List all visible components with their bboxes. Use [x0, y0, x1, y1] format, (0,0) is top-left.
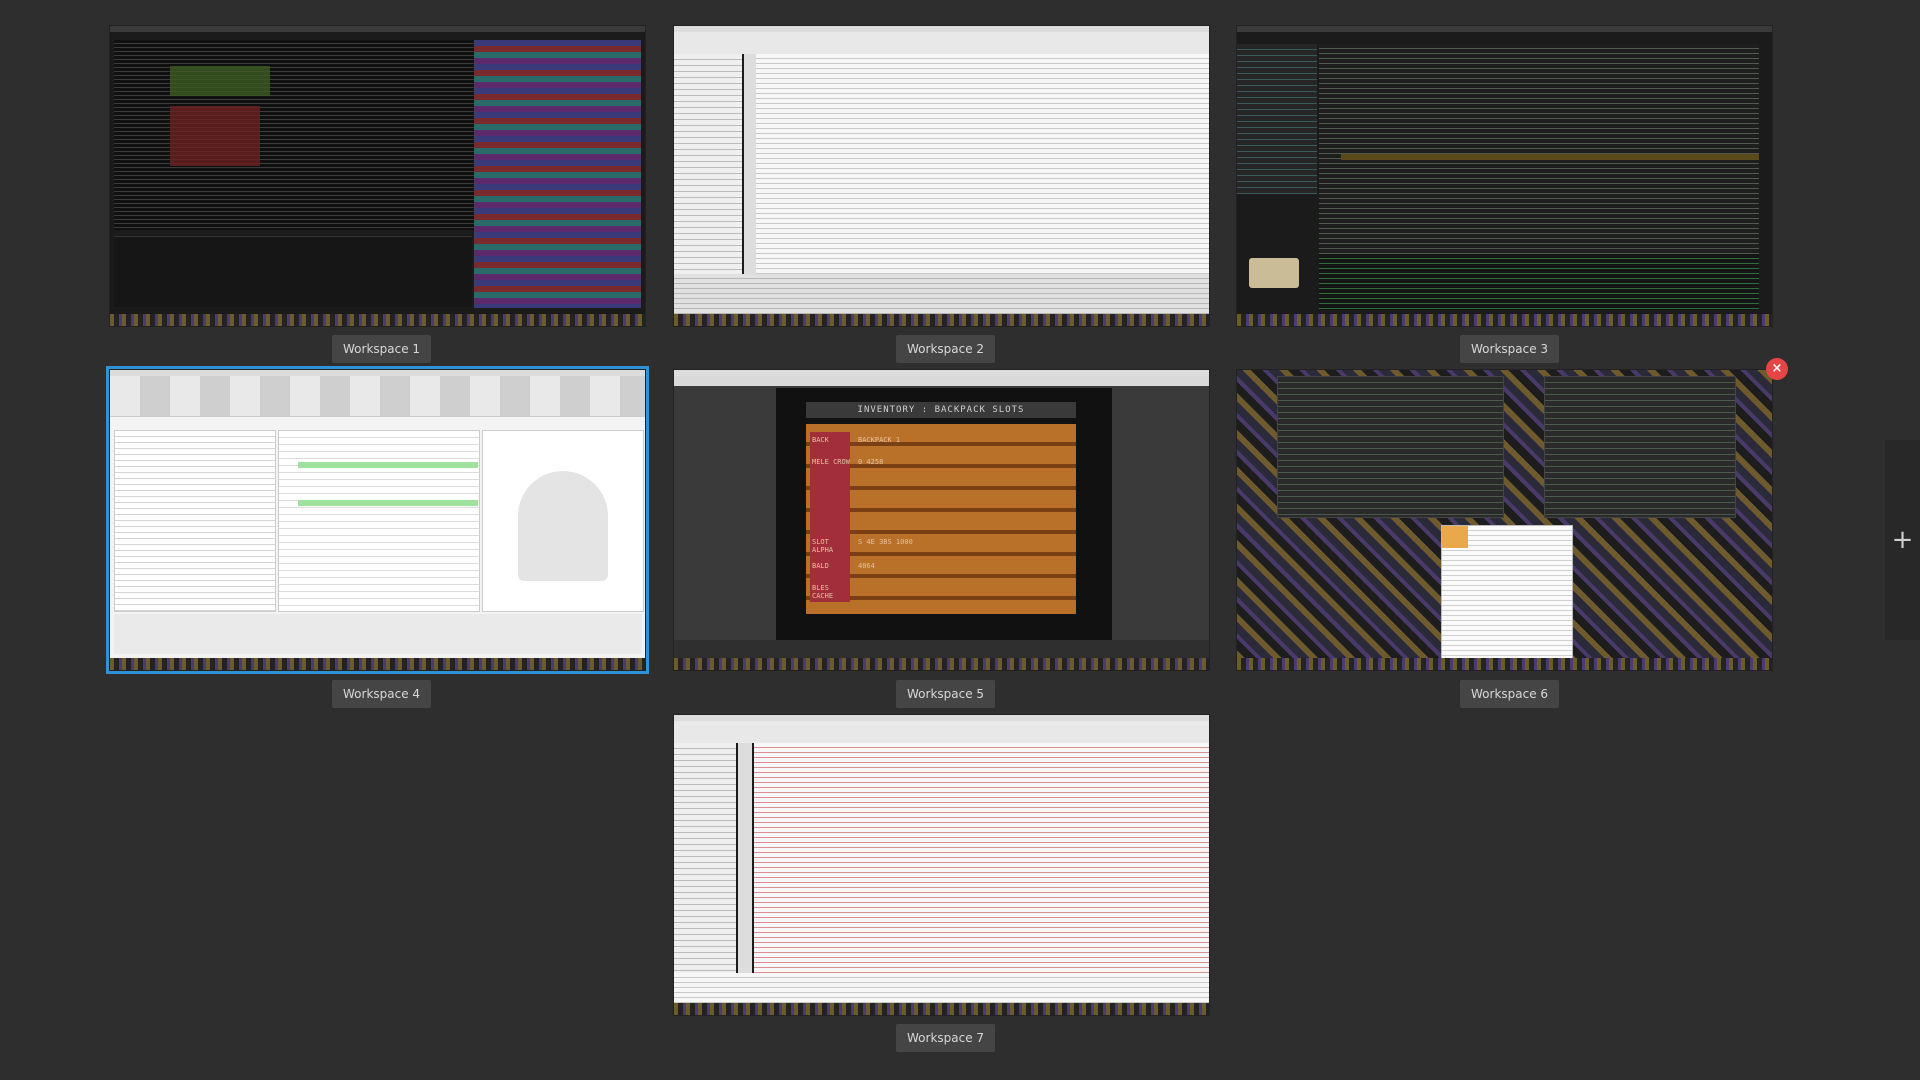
workspace-3-label[interactable]: Workspace 3	[1460, 335, 1560, 363]
workspace-1-thumbnail[interactable]	[110, 26, 645, 326]
project-tree	[674, 743, 736, 973]
close-icon: ×	[1771, 361, 1783, 376]
window-titlebar	[110, 26, 645, 32]
line-gutter	[738, 743, 752, 973]
hex-dump-panel	[114, 40, 474, 230]
toolbar	[674, 32, 1209, 54]
workspace-7-label[interactable]: Workspace 7	[896, 1024, 996, 1052]
workspace-4-label[interactable]: Workspace 4	[332, 680, 432, 708]
inventory-row-label: MELE CROW	[812, 458, 850, 466]
inventory-row-label: BALD	[812, 562, 829, 570]
desktop-strip	[110, 658, 645, 670]
workspace-4-thumbnail[interactable]	[106, 366, 649, 674]
workspace-2-label[interactable]: Workspace 2	[896, 335, 996, 363]
hex-highlight-block	[170, 106, 260, 166]
close-workspace-button[interactable]: ×	[1766, 358, 1788, 380]
image-preview-panel	[482, 430, 644, 612]
folder-icon	[1442, 526, 1468, 548]
search-bar	[114, 614, 642, 654]
highlighted-line	[1341, 154, 1759, 160]
workspace-6-thumbnail[interactable]	[1237, 370, 1772, 670]
terminal-window	[1544, 376, 1736, 518]
workspace-3-thumbnail[interactable]	[1237, 26, 1772, 326]
graph-panel	[114, 236, 472, 307]
workspace-5-thumbnail[interactable]: INVENTORY : BACKPACK SLOTS BACK BACKPACK…	[674, 370, 1209, 670]
console-panel	[1319, 254, 1759, 310]
workspace-1-label[interactable]: Workspace 1	[332, 335, 432, 363]
properties-table	[114, 430, 276, 612]
desktop-strip	[1237, 314, 1772, 326]
inventory-row-value: 4064	[858, 562, 875, 570]
hex-highlight-block	[170, 66, 270, 96]
code-area	[756, 54, 1209, 274]
inventory-row-label: SLOT ALPHA	[812, 538, 834, 554]
terminal-window	[1277, 376, 1504, 518]
desktop-strip	[110, 314, 645, 326]
toolbar	[674, 721, 1209, 743]
inventory-row-label: BACK	[812, 436, 829, 444]
desktop-strip	[1237, 658, 1772, 670]
game-screen: INVENTORY : BACKPACK SLOTS BACK BACKPACK…	[776, 388, 1112, 640]
toolbar	[110, 376, 645, 417]
person-silhouette-icon	[518, 471, 608, 581]
line-gutter	[744, 54, 756, 274]
game-banner: INVENTORY : BACKPACK SLOTS	[806, 402, 1076, 418]
computer-icon	[1249, 258, 1299, 288]
plus-icon: +	[1891, 525, 1914, 555]
desktop-strip	[674, 1003, 1209, 1015]
workspace-7-thumbnail[interactable]	[674, 715, 1209, 1015]
menu-bar	[674, 376, 1209, 386]
file-tree	[1237, 44, 1317, 194]
output-panel	[674, 274, 1209, 314]
inventory-row-value: S 4E 3BS 1000	[858, 538, 913, 546]
code-area	[754, 743, 1209, 973]
project-tree	[674, 54, 742, 274]
output-panel	[674, 973, 1209, 1003]
tree-list	[278, 430, 480, 612]
file-manager-window	[1441, 525, 1573, 670]
tree-selected-row	[298, 462, 478, 468]
add-workspace-button[interactable]: +	[1885, 440, 1920, 640]
inventory-row-label: BLES CACHE	[812, 584, 834, 600]
status-bar	[674, 640, 1209, 660]
tree-selected-row	[298, 500, 478, 506]
bookmark-list	[474, 40, 641, 308]
workspace-5-label[interactable]: Workspace 5	[896, 680, 996, 708]
window-titlebar	[1237, 26, 1772, 32]
inventory-row-value: 0 4258	[858, 458, 884, 466]
code-area	[1319, 44, 1759, 254]
workspace-2-thumbnail[interactable]	[674, 26, 1209, 326]
desktop-strip	[674, 314, 1209, 326]
desktop-strip	[674, 658, 1209, 670]
workspace-6-label[interactable]: Workspace 6	[1460, 680, 1560, 708]
inventory-row-value: BACKPACK 1	[858, 436, 901, 444]
